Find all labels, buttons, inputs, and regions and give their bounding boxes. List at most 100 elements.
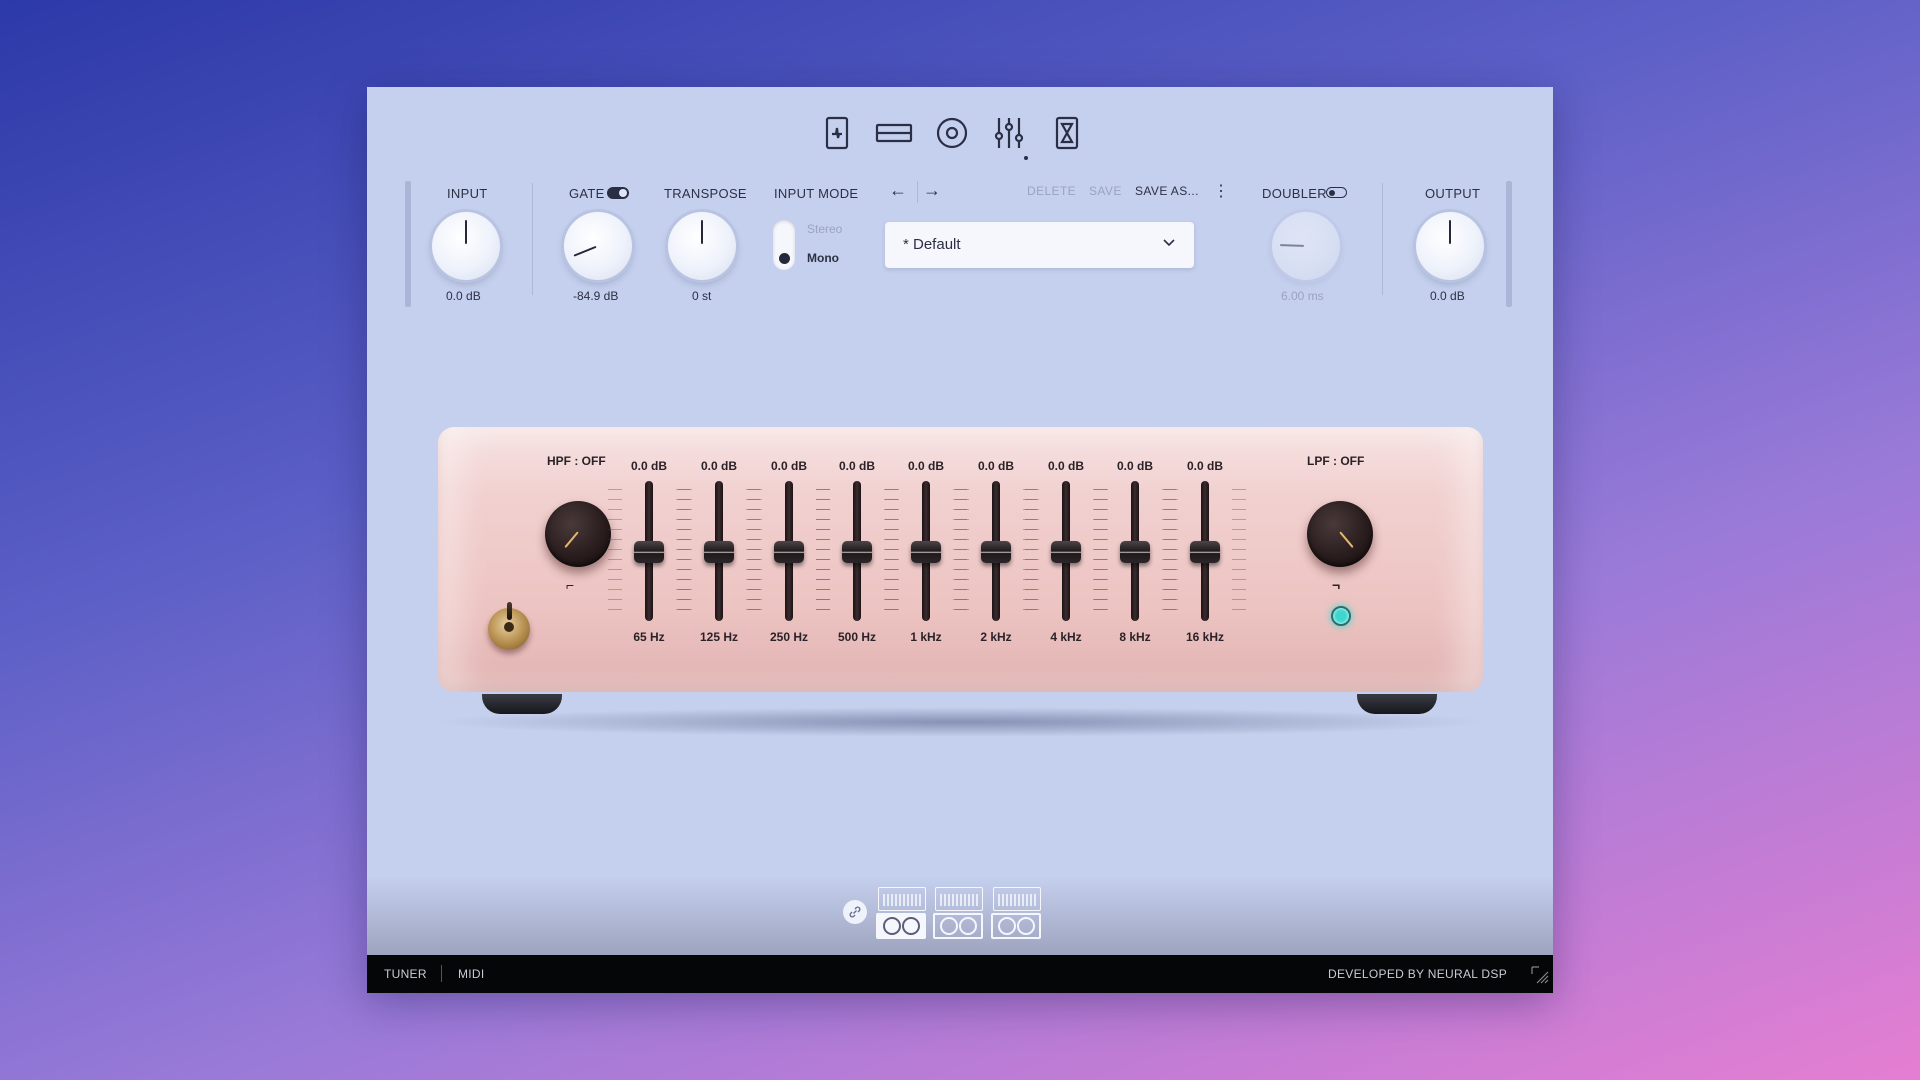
gate-label: GATE <box>569 186 605 201</box>
gate-value: -84.9 dB <box>573 289 619 303</box>
band-frequency: 4 kHz <box>1050 630 1082 644</box>
output-value: 0.0 dB <box>1430 289 1465 303</box>
eq-foot-right <box>1357 694 1437 714</box>
amp-icon[interactable] <box>874 113 914 153</box>
tuner-button[interactable]: TUNER <box>384 967 427 981</box>
doubler-value: 6.00 ms <box>1281 289 1324 303</box>
more-menu-icon[interactable]: ⋮ <box>1213 181 1229 201</box>
divider <box>441 965 442 982</box>
band-gain: 0.0 dB <box>1116 459 1153 473</box>
eq-band-8khz: 0.0 dB 8 kHz <box>1094 459 1176 644</box>
divider <box>917 181 918 203</box>
slider-handle[interactable] <box>704 541 734 563</box>
output-label: OUTPUT <box>1425 186 1481 201</box>
input-mode-label: INPUT MODE <box>774 186 859 201</box>
doubler-knob[interactable] <box>1272 212 1340 280</box>
band-frequency: 125 Hz <box>699 630 739 644</box>
hourglass-icon[interactable] <box>1047 113 1087 153</box>
slider-handle[interactable] <box>842 541 872 563</box>
top-navigation <box>367 113 1553 153</box>
midi-button[interactable]: MIDI <box>458 967 485 981</box>
band-gain: 0.0 dB <box>770 459 807 473</box>
output-knob[interactable] <box>1416 212 1484 280</box>
transpose-label: TRANSPOSE <box>664 186 747 201</box>
save-button[interactable]: SAVE <box>1089 184 1122 198</box>
slider-handle[interactable] <box>911 541 941 563</box>
gate-toggle[interactable] <box>607 187 629 199</box>
band-frequency: 500 Hz <box>837 630 877 644</box>
band-frequency: 16 kHz <box>1185 630 1225 644</box>
gate-knob[interactable] <box>564 212 632 280</box>
highpass-icon: ⌐ <box>566 577 575 593</box>
band-frequency: 65 Hz <box>633 630 665 644</box>
band-gain: 0.0 dB <box>838 459 875 473</box>
eq-band-1khz: 0.0 dB 1 kHz <box>885 459 967 644</box>
lpf-label: LPF : OFF <box>1307 454 1365 468</box>
band-gain: 0.0 dB <box>700 459 737 473</box>
output-meter <box>1506 181 1512 307</box>
hpf-knob[interactable] <box>545 501 611 567</box>
status-bar: TUNER MIDI DEVELOPED BY NEURAL DSP <box>367 955 1553 993</box>
band-gain: 0.0 dB <box>907 459 944 473</box>
slider-handle[interactable] <box>981 541 1011 563</box>
doubler-label: DOUBLER <box>1262 186 1327 201</box>
input-value: 0.0 dB <box>446 289 481 303</box>
input-meter <box>405 181 411 307</box>
input-mode-switch[interactable] <box>773 220 795 270</box>
plugin-window: INPUT 0.0 dB GATE -84.9 dB TRANSPOSE 0 s… <box>367 87 1553 993</box>
amp-2-icon[interactable] <box>933 887 985 943</box>
band-frequency: 2 kHz <box>980 630 1012 644</box>
lowpass-icon: ¬ <box>1332 577 1341 593</box>
resize-handle-icon[interactable] <box>1529 964 1549 989</box>
divider <box>1382 183 1383 295</box>
input-mode-mono[interactable]: Mono <box>807 251 839 265</box>
eq-band-16khz: 0.0 dB 16 kHz <box>1164 459 1246 644</box>
band-frequency: 1 kHz <box>910 630 942 644</box>
eq-band-500hz: 0.0 dB 500 Hz <box>816 459 898 644</box>
amp-3-icon[interactable] <box>991 887 1043 943</box>
slider-handle[interactable] <box>634 541 664 563</box>
slider-handle[interactable] <box>1051 541 1081 563</box>
eq-icon[interactable] <box>989 113 1029 153</box>
preset-name: * Default <box>903 236 961 253</box>
preset-prev-arrow[interactable]: ← <box>889 180 907 201</box>
input-knob[interactable] <box>432 212 500 280</box>
amp-1-icon[interactable] <box>876 887 928 943</box>
cabinet-icon[interactable] <box>932 113 972 153</box>
eq-band-2khz: 0.0 dB 2 kHz <box>955 459 1037 644</box>
developer-credit: DEVELOPED BY NEURAL DSP <box>1328 967 1507 981</box>
band-frequency: 8 kHz <box>1119 630 1151 644</box>
eq-shadow <box>427 707 1493 737</box>
bypass-toggle-switch[interactable] <box>488 602 530 650</box>
input-mode-stereo[interactable]: Stereo <box>807 222 842 236</box>
slider-handle[interactable] <box>1120 541 1150 563</box>
slider-handle[interactable] <box>774 541 804 563</box>
input-label: INPUT <box>447 186 488 201</box>
slider-handle[interactable] <box>1190 541 1220 563</box>
preset-next-arrow[interactable]: → <box>923 180 941 201</box>
delete-button[interactable]: DELETE <box>1027 184 1076 198</box>
band-gain: 0.0 dB <box>630 459 667 473</box>
eq-foot-left <box>482 694 562 714</box>
link-icon[interactable] <box>843 900 867 924</box>
chevron-down-icon <box>1162 235 1176 254</box>
doubler-toggle[interactable] <box>1326 187 1347 198</box>
transpose-knob[interactable] <box>668 212 736 280</box>
divider <box>532 183 533 295</box>
save-as-button[interactable]: SAVE AS... <box>1135 184 1199 198</box>
eq-band-125hz: 0.0 dB 125 Hz <box>678 459 760 644</box>
band-gain: 0.0 dB <box>1047 459 1084 473</box>
eq-band-65hz: 0.0 dB 65 Hz <box>608 459 690 644</box>
hpf-label: HPF : OFF <box>547 454 606 468</box>
transpose-value: 0 st <box>692 289 712 303</box>
preset-dropdown[interactable]: * Default <box>885 222 1194 268</box>
eq-band-250hz: 0.0 dB 250 Hz <box>748 459 830 644</box>
power-led <box>1331 606 1351 626</box>
active-tab-indicator <box>1024 156 1028 160</box>
lpf-knob[interactable] <box>1307 501 1373 567</box>
pedal-icon[interactable] <box>817 113 857 153</box>
band-gain: 0.0 dB <box>977 459 1014 473</box>
band-frequency: 250 Hz <box>769 630 809 644</box>
eq-band-4khz: 0.0 dB 4 kHz <box>1025 459 1107 644</box>
band-gain: 0.0 dB <box>1186 459 1223 473</box>
